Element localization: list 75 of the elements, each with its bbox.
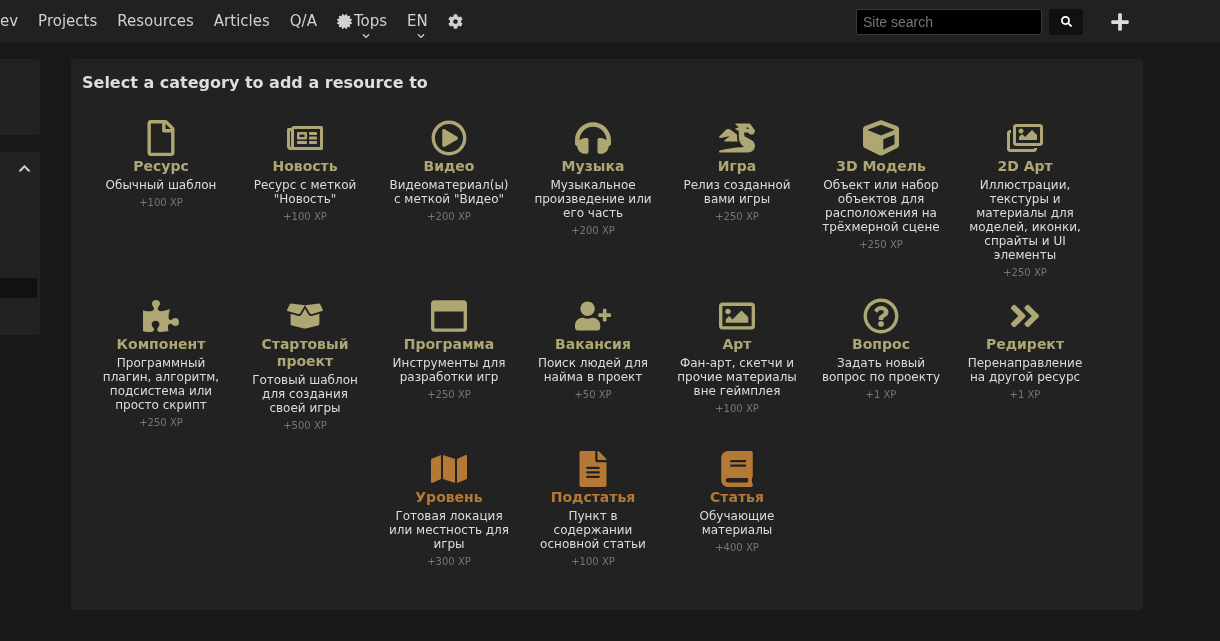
category-link[interactable]: Редирект [984, 336, 1066, 353]
xp-reward: +300 XP [427, 555, 471, 569]
xp-reward: +50 XP [574, 388, 612, 402]
category-link[interactable]: Арт [720, 336, 754, 353]
category-description: Иллюстрации, текстуры и материалы для моделей, иконки, спрайты и UI элементы [968, 178, 1082, 262]
question-icon[interactable] [863, 298, 899, 334]
category-link[interactable]: Подстатья [548, 489, 638, 506]
caret-icon [417, 32, 426, 40]
xp-reward: +100 XP [139, 196, 183, 210]
cube-icon[interactable] [863, 120, 899, 156]
collapse-icon[interactable] [18, 162, 31, 175]
category-link[interactable]: Стартовый проект [233, 336, 377, 370]
xp-reward: +250 XP [139, 416, 183, 430]
add-icon[interactable] [1110, 11, 1130, 32]
xp-reward: +100 XP [283, 210, 327, 224]
nav-dropdown[interactable]: Tops [336, 0, 388, 43]
caret-icon [362, 32, 370, 40]
category-link[interactable]: Компонент [114, 336, 208, 353]
puzzle-icon[interactable] [143, 298, 179, 334]
xp-reward: +200 XP [427, 210, 471, 224]
category-link[interactable]: Программа [401, 336, 497, 353]
category-description: Готовая локация или местность для игры [388, 509, 510, 551]
xp-reward: +200 XP [571, 224, 615, 238]
search-button[interactable] [1049, 8, 1083, 35]
category-description: Готовый шаблон для создания своей игры [251, 373, 359, 415]
category-description: Релиз созданной вами игры [682, 178, 792, 206]
category-description: Программный плагин, алгоритм, подсистема или просто скрипт [101, 356, 221, 412]
category-link[interactable]: Уровень [413, 489, 485, 506]
category-link[interactable]: 3D Модель [834, 158, 928, 175]
category-description: Поиск людей для найма в проект [536, 356, 650, 384]
category-description: Обучающие материалы [698, 509, 776, 537]
xp-reward: +100 XP [715, 402, 759, 416]
window-icon[interactable] [431, 298, 467, 334]
category-link[interactable]: Вопрос [850, 336, 912, 353]
xp-reward: +250 XP [427, 388, 471, 402]
category-description: Видеоматериал(ы) с меткой "Видео" [388, 178, 510, 206]
play-icon[interactable] [431, 120, 467, 156]
panel-title: Select a category to add a resource to [82, 72, 429, 94]
category-link[interactable]: Игра [715, 158, 759, 175]
headphones-icon[interactable] [575, 120, 611, 156]
xp-reward: +250 XP [715, 210, 759, 224]
xp-reward: +400 XP [715, 541, 759, 555]
category-description: Инструменты для разработки игр [391, 356, 507, 384]
xp-reward: +500 XP [283, 419, 327, 433]
nav-link[interactable]: Projects [38, 10, 98, 33]
nav-link[interactable]: ev [0, 10, 19, 33]
xp-reward: +250 XP [1003, 266, 1047, 280]
category-link[interactable]: Видео [421, 158, 477, 175]
category-description: Объект или набор объектов для расположения на трёхмерной сцене [821, 178, 941, 234]
star-icon [336, 14, 352, 29]
category-description: Музыкальное произведение или его часть [533, 178, 653, 220]
category-description: Ресурс с меткой "Новость" [252, 178, 358, 206]
xp-reward: +1 XP [1009, 388, 1041, 402]
category-description: Перенаправление на другой ресурс [966, 356, 1084, 384]
search-icon [1060, 16, 1072, 27]
category-description: Пункт в содержании основной статьи [539, 509, 647, 551]
nav-link[interactable]: Q/A [289, 10, 317, 33]
xp-reward: +100 XP [571, 555, 615, 569]
category-description: Обычный шаблон [105, 178, 217, 192]
search-field[interactable]: Site search [856, 8, 1042, 35]
category-link[interactable]: Музыка [559, 158, 627, 175]
category-description: Фан-арт, скетчи и прочие материалы вне геймплея [676, 356, 798, 398]
category-link[interactable]: Новость [270, 158, 340, 175]
nav-link[interactable]: Articles [213, 10, 270, 33]
nav-dropdown[interactable]: EN [407, 0, 428, 43]
xp-reward: +250 XP [859, 238, 903, 252]
category-link[interactable]: 2D Арт [995, 158, 1055, 175]
nav-link[interactable]: Resources [117, 10, 194, 33]
category-description: Задать новый вопрос по проекту [820, 356, 942, 384]
book-icon[interactable] [719, 451, 755, 487]
xp-reward: +1 XP [865, 388, 897, 402]
category-link[interactable]: Вакансия [553, 336, 633, 353]
category-link[interactable]: Ресурс [131, 158, 191, 175]
settings-icon[interactable] [447, 14, 463, 29]
category-link[interactable]: Статья [708, 489, 766, 506]
